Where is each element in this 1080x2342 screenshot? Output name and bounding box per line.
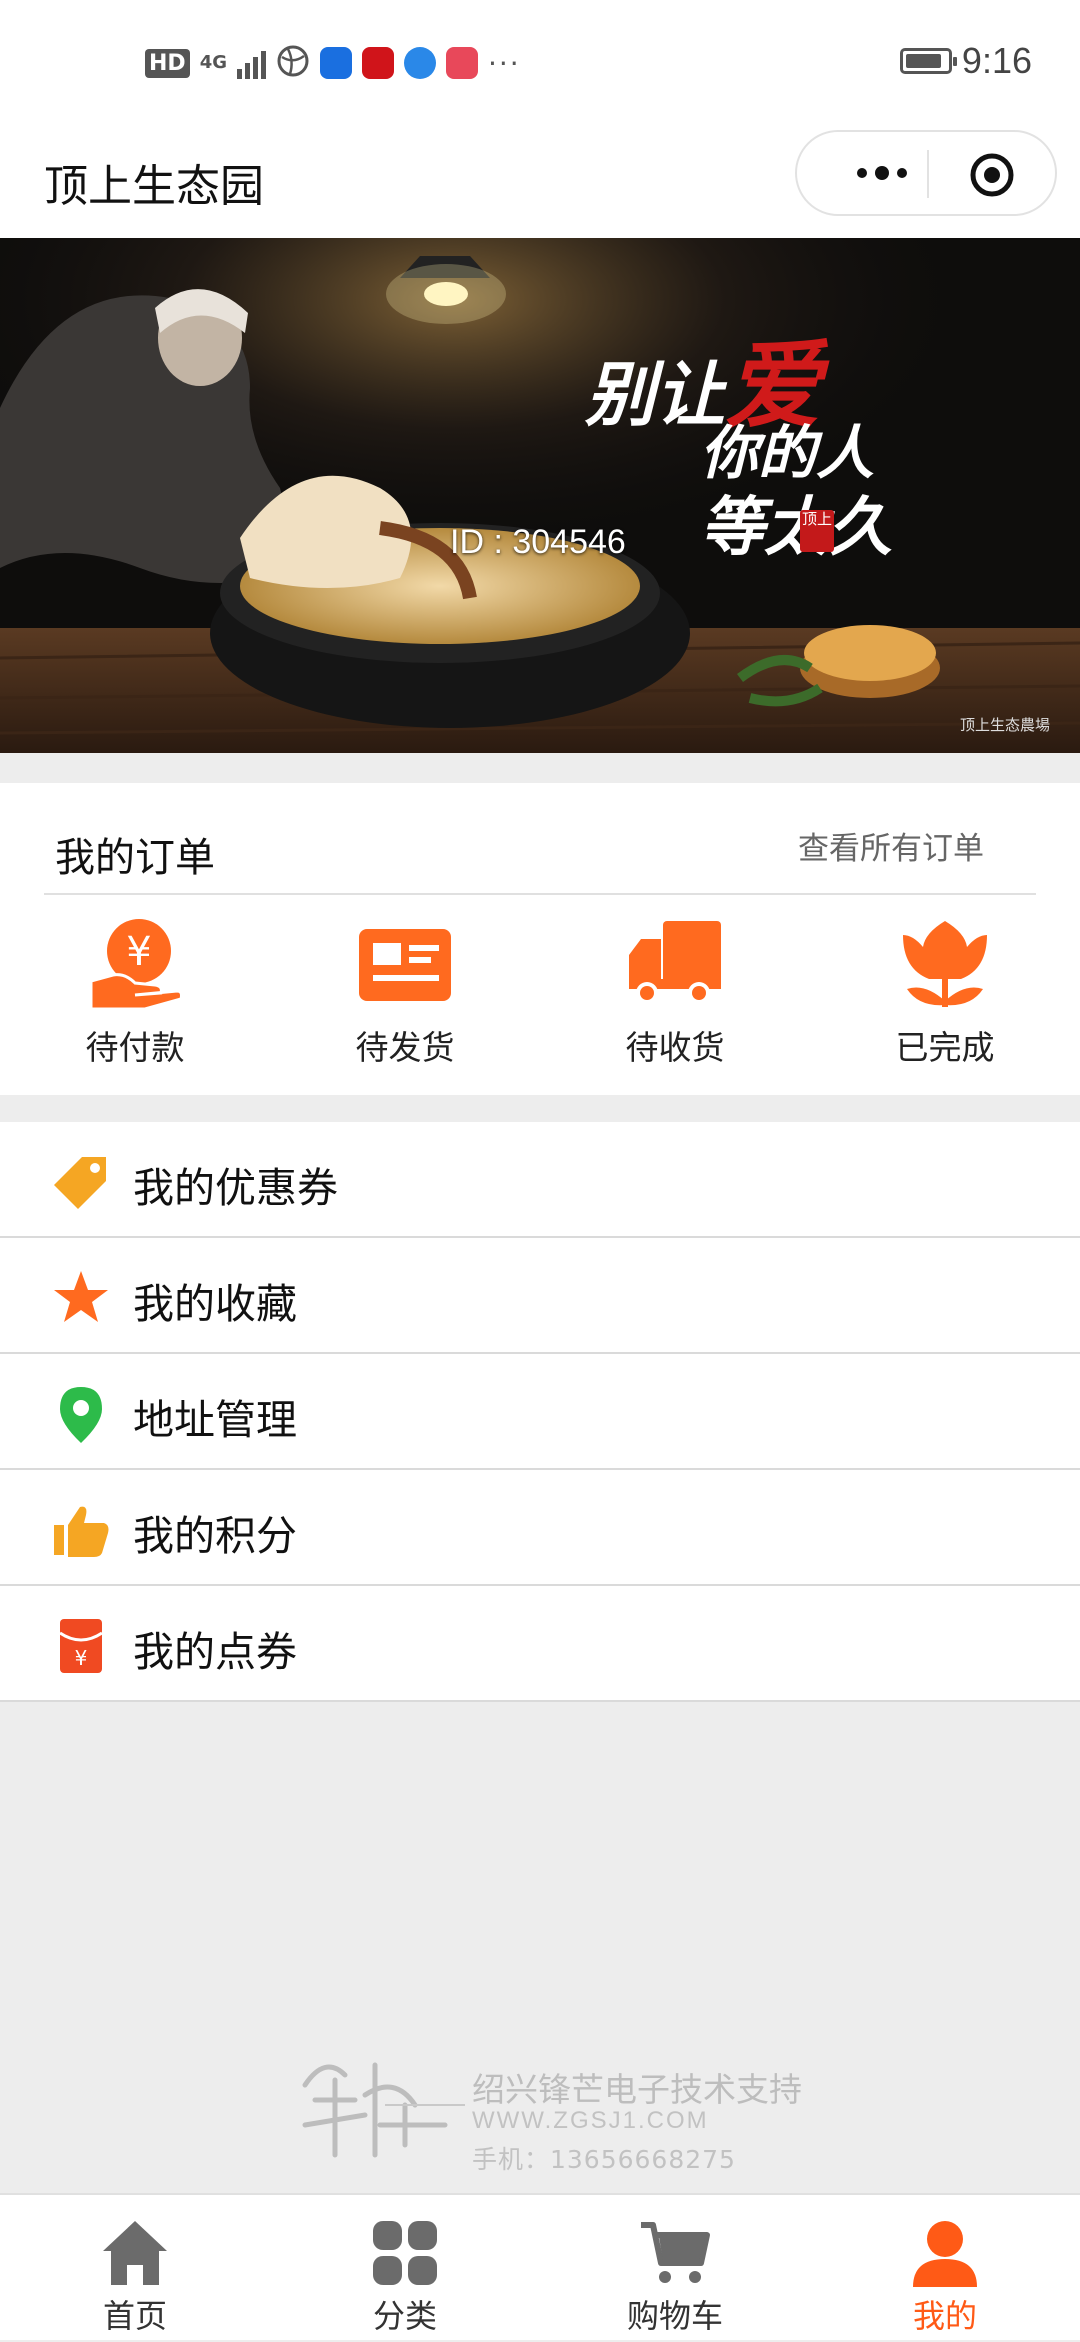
tab-home[interactable]: 首页 [0,2195,270,2342]
hd-icon: HD [145,48,190,78]
tab-cart[interactable]: 购物车 [540,2195,810,2342]
tab-label: 分类 [372,2297,437,2335]
cart-icon [641,2222,710,2283]
menu-item-address[interactable]: 地址管理 [0,1354,1080,1470]
promo-banner[interactable]: 别让爱 你的人 等太久 顶上 顶上生态農場 ID : 304546 [0,238,1080,753]
more-notifications-icon: ··· [488,46,521,80]
globe-app-icon [404,47,436,79]
order-status-label: 待付款 [85,1028,185,1067]
flower-icon [903,921,987,1007]
nav-bar: 顶上生态园 [0,130,1080,238]
app-icon [320,47,352,79]
red-envelope-icon: ¥ [59,1619,103,1673]
star-icon [54,1271,108,1322]
order-status-label: 已完成 [895,1028,995,1067]
order-status-pending-receipt[interactable]: 待收货 [575,913,775,1069]
support-website: WWW.ZGSJ1.COM [472,2107,709,2134]
banner-seal: 顶上 [800,510,834,552]
shopping-app-icon [446,47,478,79]
fengmang-logo-icon [302,2062,465,2158]
status-bar: HD 4G ··· 9:16 [0,0,1080,130]
menu-item-label: 地址管理 [133,1396,297,1444]
home-icon [103,2221,167,2285]
location-pin-icon [60,1387,102,1443]
menu-item-points[interactable]: 我的积分 [0,1470,1080,1586]
tab-label: 我的 [912,2297,977,2335]
payment-hand-icon: ¥ [89,919,183,1011]
thumbs-up-icon [54,1506,109,1557]
menu-item-favorites[interactable]: 我的收藏 [0,1238,1080,1354]
status-left-icons: HD 4G ··· [145,44,521,82]
more-options-button[interactable] [837,132,927,214]
delivery-truck-icon [629,921,721,1004]
menu-item-label: 我的积分 [133,1512,297,1560]
orders-title: 我的订单 [55,835,215,881]
tab-category[interactable]: 分类 [270,2195,540,2342]
tab-label: 首页 [102,2297,167,2335]
status-time: 9:16 [961,40,1032,81]
menu-item-vouchers[interactable]: ¥ 我的点券 [0,1586,1080,1702]
battery-icon [899,48,957,74]
tab-label: 购物车 [626,2297,723,2335]
banner-id-label: ID : 304546 [450,523,626,561]
support-phone: 手机：13656668275 [472,2145,736,2174]
signal-icon [237,47,266,79]
my-orders-section: 我的订单 查看所有订单 ¥ 待付款 待发货 待收货 已完成 [0,783,1080,1095]
divider [44,893,1036,895]
account-menu: 我的优惠券 我的收藏 地址管理 我的积分 ¥ 我的点券 [0,1122,1080,1702]
view-all-orders-link[interactable]: 查看所有订单 [798,823,984,868]
netease-icon [362,47,394,79]
browser-icon [276,44,310,82]
banner-slogan-line3: 等太久 [700,490,892,565]
svg-text:¥: ¥ [126,929,151,975]
banner-watermark: 顶上生态農場 [959,716,1050,734]
menu-item-label: 我的收藏 [133,1280,297,1328]
network-type: 4G [199,52,227,73]
id-card-icon [359,929,451,1001]
order-status-pending-shipment[interactable]: 待发货 [305,913,505,1069]
order-status-completed[interactable]: 已完成 [845,913,1045,1069]
tab-mine[interactable]: 我的 [810,2195,1080,2342]
target-close-icon [970,153,1014,197]
page-title: 顶上生态园 [44,161,264,212]
order-status-pending-payment[interactable]: ¥ 待付款 [35,913,235,1069]
bottom-tab-bar: 首页 分类 购物车 我的 [0,2193,1080,2340]
menu-item-label: 我的优惠券 [133,1164,338,1212]
order-status-label: 待发货 [355,1028,455,1067]
coupon-tag-icon [54,1157,106,1209]
tech-support-footer: 绍兴锋芒电子技术支持 WWW.ZGSJ1.COM 手机：13656668275 [285,2045,805,2180]
svg-text:¥: ¥ [75,1646,88,1670]
banner-image [0,238,1080,753]
menu-item-coupons[interactable]: 我的优惠券 [0,1122,1080,1238]
category-grid-icon [373,2221,437,2285]
order-status-label: 待收货 [625,1028,725,1067]
user-icon [913,2221,977,2287]
menu-item-label: 我的点券 [133,1628,297,1676]
mini-program-capsule [795,130,1057,216]
close-mini-program-button[interactable] [967,150,1017,200]
capsule-divider [927,150,929,198]
support-company: 绍兴锋芒电子技术支持 [472,2070,802,2109]
status-right: 9:16 [899,40,1032,82]
